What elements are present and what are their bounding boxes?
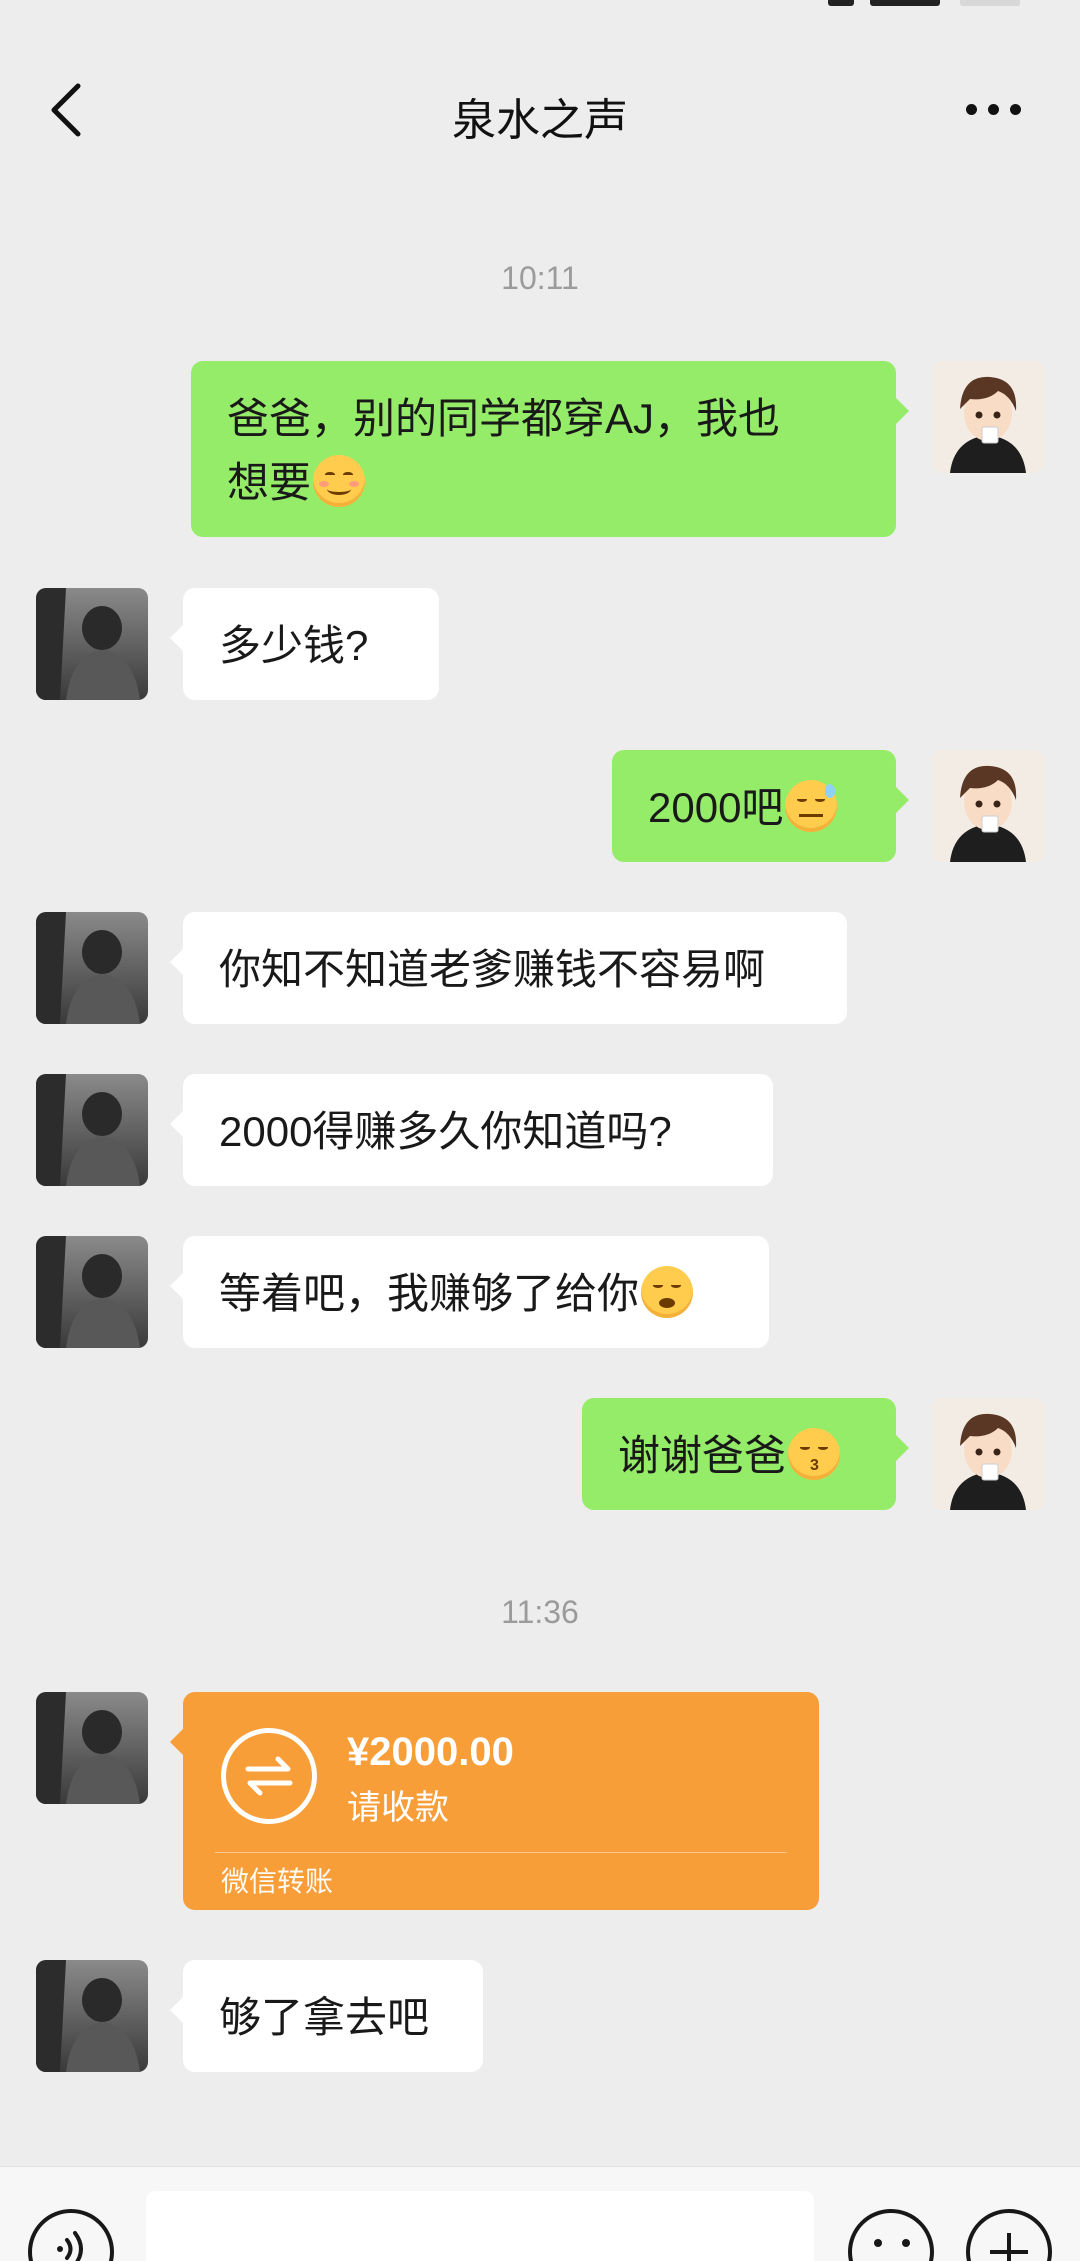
- timestamp: 11:36: [501, 1594, 579, 1630]
- transfer-card[interactable]: ¥2000.00 请收款 微信转账: [170, 1692, 819, 1910]
- my-avatar[interactable]: [932, 750, 1044, 862]
- contact-avatar[interactable]: [36, 1960, 148, 2072]
- message-text: 爸爸，别的同学都穿AJ，我也: [227, 395, 781, 442]
- anime-avatar-icon: [932, 361, 1044, 473]
- message-text: 多少钱?: [219, 622, 369, 669]
- battery-icon: [960, 0, 1020, 6]
- smiling-face-icon: [313, 455, 366, 507]
- message-bubble-sent[interactable]: 爸爸，别的同学都穿AJ，我也 想要: [191, 361, 909, 537]
- exchange-icon: [221, 1728, 317, 1824]
- voice-icon: [57, 2231, 83, 2261]
- message-text: 你知不知道老爹赚钱不容易啊: [219, 946, 766, 993]
- contact-avatar[interactable]: [36, 1692, 148, 1804]
- message-bubble-sent[interactable]: 谢谢爸爸 3: [582, 1398, 909, 1510]
- voice-button[interactable]: [28, 2209, 114, 2261]
- my-avatar[interactable]: [932, 361, 1044, 473]
- transfer-status: 请收款: [347, 1789, 449, 1827]
- signal-icon: [828, 0, 854, 6]
- contact-avatar[interactable]: [36, 1236, 148, 1348]
- message-bubble-sent[interactable]: 2000吧: [612, 750, 909, 862]
- my-avatar[interactable]: [932, 1398, 1044, 1510]
- emoji-icon: [874, 2239, 882, 2247]
- chat-title: 泉水之声: [452, 96, 628, 145]
- contact-avatar[interactable]: [36, 912, 148, 1024]
- photo-avatar-icon: [36, 1074, 148, 1186]
- message-text: 2000吧: [648, 784, 784, 831]
- input-bar: [0, 2166, 1080, 2261]
- photo-avatar-icon: [36, 588, 148, 700]
- photo-avatar-icon: [36, 1960, 148, 2072]
- photo-avatar-icon: [36, 1236, 148, 1348]
- message-input[interactable]: [146, 2191, 814, 2261]
- more-dots-icon: [966, 104, 977, 115]
- sad-face-icon: [641, 1266, 694, 1318]
- more-button[interactable]: [966, 94, 1026, 124]
- message-text: 够了拿去吧: [219, 1994, 430, 2041]
- emoji-button[interactable]: [848, 2209, 934, 2261]
- message-text: 想要: [227, 459, 312, 506]
- transfer-source: 微信转账: [221, 1866, 334, 1897]
- status-bar: [0, 0, 1080, 22]
- anime-avatar-icon: [932, 1398, 1044, 1510]
- timestamp: 10:11: [501, 260, 579, 296]
- signal-bars-icon: [870, 0, 940, 6]
- message-text: 2000得赚多久你知道吗?: [219, 1108, 672, 1155]
- message-text: 等着吧，我赚够了给你: [219, 1270, 640, 1317]
- plus-button[interactable]: [966, 2209, 1052, 2261]
- sweat-smile-icon: [785, 780, 838, 832]
- anime-avatar-icon: [932, 750, 1044, 862]
- message-bubble-received[interactable]: 等着吧，我赚够了给你: [170, 1236, 769, 1348]
- photo-avatar-icon: [36, 1692, 148, 1804]
- contact-avatar[interactable]: [36, 1074, 148, 1186]
- kiss-face-icon: 3: [788, 1428, 841, 1480]
- message-bubble-received[interactable]: 多少钱?: [170, 588, 439, 700]
- transfer-amount: ¥2000.00: [347, 1730, 514, 1774]
- photo-avatar-icon: [36, 912, 148, 1024]
- divider: [215, 1852, 787, 1853]
- message-bubble-received[interactable]: 你知不知道老爹赚钱不容易啊: [170, 912, 847, 1024]
- chat-header: 泉水之声: [0, 22, 1080, 182]
- message-text: 谢谢爸爸: [618, 1432, 787, 1479]
- message-bubble-received[interactable]: 够了拿去吧: [170, 1960, 483, 2072]
- message-bubble-received[interactable]: 2000得赚多久你知道吗?: [170, 1074, 773, 1186]
- contact-avatar[interactable]: [36, 588, 148, 700]
